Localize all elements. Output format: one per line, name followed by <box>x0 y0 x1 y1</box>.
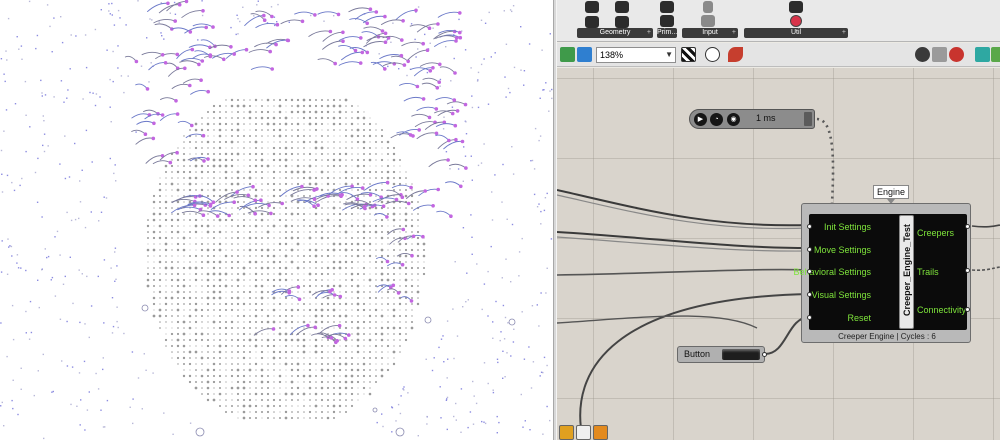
ribbon-group-util: Util + <box>744 0 848 41</box>
preview-shaded-icon[interactable] <box>932 47 947 62</box>
input-port-behavioral[interactable] <box>807 269 812 274</box>
cluster-icon[interactable] <box>789 1 803 13</box>
display-icon[interactable] <box>991 47 1000 62</box>
text-icon[interactable] <box>660 15 674 27</box>
button-output-port[interactable] <box>762 352 767 357</box>
panel-icon[interactable] <box>701 15 715 27</box>
component-tooltip: Engine <box>873 185 909 199</box>
input-port-init[interactable] <box>807 224 812 229</box>
timer-component[interactable]: ▶ ◔ ◉ 1 ms <box>689 109 815 129</box>
button-component-label: Button <box>684 349 711 359</box>
creeper-engine-component[interactable]: Init Settings Move Settings Behavioral S… <box>793 203 1000 343</box>
timer-interval: 1 ms <box>756 113 776 123</box>
output-connectivity[interactable]: Connectivity <box>917 305 966 315</box>
reset-timer-icon[interactable]: ◉ <box>727 113 740 126</box>
output-port-connectivity[interactable] <box>965 307 970 312</box>
step-icon[interactable]: ◔ <box>710 113 723 126</box>
open-file-icon[interactable] <box>560 47 575 62</box>
chevron-down-icon: ▼ <box>665 50 673 59</box>
output-trails[interactable]: Trails <box>917 267 939 277</box>
component-title: Creeper_Engine_Test <box>902 224 912 316</box>
grasshopper-editor: Geometry+ Prim... Input+ Util+ 138%▼ <box>557 0 1000 440</box>
component-frame[interactable]: Init Settings Move Settings Behavioral S… <box>793 203 971 343</box>
button-press-area[interactable] <box>722 349 760 360</box>
sketch-icon[interactable] <box>728 47 743 62</box>
input-port-move[interactable] <box>807 247 812 252</box>
ribbon-caption-primitive[interactable]: Prim... <box>657 28 677 38</box>
viewport-3d[interactable] <box>0 0 553 440</box>
zoom-extents-icon[interactable] <box>681 47 696 62</box>
preview-eye-icon[interactable] <box>705 47 720 62</box>
ribbon-caption-input[interactable]: Input + <box>682 28 738 38</box>
preview-wireframe-icon[interactable] <box>915 47 930 62</box>
node-canvas[interactable]: ▶ ◔ ◉ 1 ms Engine Init Settings Move Set… <box>557 68 1000 440</box>
input-init-settings[interactable]: Init Settings <box>824 222 871 232</box>
input-port-reset[interactable] <box>807 315 812 320</box>
abc-icon[interactable] <box>576 425 591 440</box>
input-move-settings[interactable]: Move Settings <box>814 245 871 255</box>
speaker-icon[interactable] <box>559 425 574 440</box>
save-file-icon[interactable] <box>577 47 592 62</box>
input-behavioral-settings[interactable]: Behavioral Settings <box>793 267 871 277</box>
ribbon-caption-util[interactable]: Util + <box>744 28 848 38</box>
input-port-visual[interactable] <box>807 292 812 297</box>
ribbon-group-input: Input + <box>682 0 738 41</box>
output-creepers[interactable]: Creepers <box>917 228 954 238</box>
zoom-select[interactable]: 138% ▼ <box>596 47 676 63</box>
play-icon[interactable]: ▶ <box>694 113 707 126</box>
slider-icon[interactable] <box>703 1 713 13</box>
button-component[interactable]: Button <box>677 346 767 363</box>
component-title-strip: Creeper_Engine_Test <box>899 215 914 329</box>
number-icon[interactable] <box>660 1 674 13</box>
preview-selected-icon[interactable] <box>949 47 964 62</box>
point-icon[interactable] <box>585 1 599 13</box>
component-body: Init Settings Move Settings Behavioral S… <box>793 214 967 330</box>
hammer-icon[interactable] <box>593 425 608 440</box>
output-port-trails[interactable] <box>965 268 970 273</box>
component-caption: Creeper Engine | Cycles : 6 <box>838 332 936 341</box>
mesh-icon[interactable] <box>615 16 629 28</box>
output-port-creepers[interactable] <box>965 224 970 229</box>
bake-icon[interactable] <box>975 47 990 62</box>
ribbon-group-primitive: Prim... <box>657 0 677 41</box>
timer-output-grip[interactable] <box>804 112 812 126</box>
input-visual-settings[interactable]: Visual Settings <box>812 290 871 300</box>
sphere-icon[interactable] <box>615 1 629 13</box>
ribbon-caption-geometry[interactable]: Geometry + <box>577 28 653 38</box>
portrait-render <box>0 0 553 440</box>
input-reset[interactable]: Reset <box>847 313 871 323</box>
curve-icon[interactable] <box>585 16 599 28</box>
canvas-toolbar: 138% ▼ <box>557 43 1000 67</box>
component-ribbon: Geometry + Prim... Input + Util + <box>557 0 1000 42</box>
record-icon[interactable] <box>790 15 802 27</box>
ribbon-group-geometry: Geometry + <box>577 0 653 41</box>
